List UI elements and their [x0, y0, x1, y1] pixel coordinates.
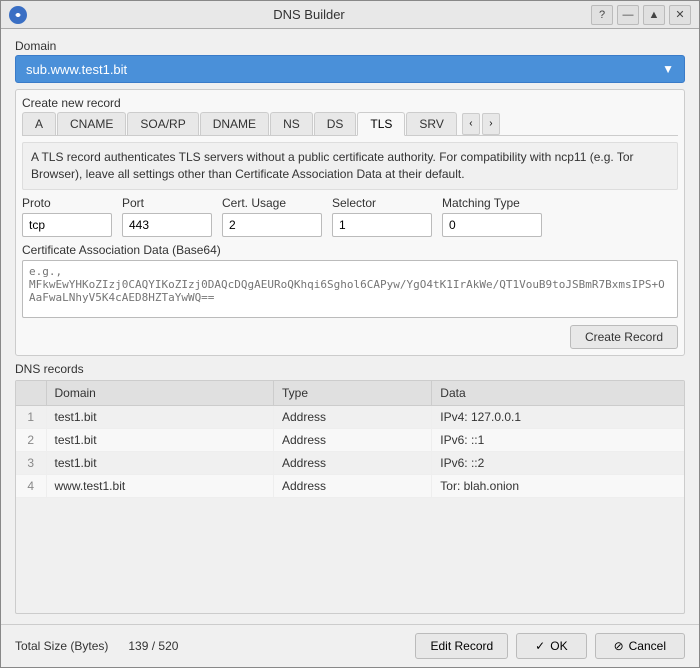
cancel-label: Cancel: [629, 639, 666, 653]
row-type: Address: [273, 428, 431, 451]
selector-group: Selector: [332, 196, 432, 237]
dns-table-wrapper[interactable]: Domain Type Data 1 test1.bit Address IPv…: [15, 380, 685, 614]
row-data: Tor: blah.onion: [432, 474, 684, 497]
matching-type-group: Matching Type: [442, 196, 542, 237]
tab-CNAME[interactable]: CNAME: [57, 112, 126, 135]
titlebar-left: [9, 6, 27, 24]
row-type: Address: [273, 474, 431, 497]
dns-table: Domain Type Data 1 test1.bit Address IPv…: [16, 381, 684, 498]
selector-label: Selector: [332, 196, 432, 210]
maximize-button[interactable]: ▲: [643, 5, 665, 25]
row-domain: test1.bit: [46, 451, 273, 474]
tab-prev-button[interactable]: ‹: [462, 113, 480, 135]
matching-type-input[interactable]: [442, 213, 542, 237]
chevron-down-icon: ▼: [662, 62, 674, 76]
ok-label: OK: [550, 639, 567, 653]
table-header-row: Domain Type Data: [16, 381, 684, 406]
row-num: 1: [16, 405, 46, 428]
form-fields-row: Proto Port Cert. Usage Selector Matching…: [22, 196, 678, 237]
row-type: Address: [273, 451, 431, 474]
tab-A[interactable]: A: [22, 112, 56, 135]
cert-data-textarea[interactable]: [22, 260, 678, 318]
domain-dropdown[interactable]: sub.www.test1.bit ▼: [15, 55, 685, 83]
cancel-button[interactable]: ⊘ Cancel: [595, 633, 685, 659]
port-label: Port: [122, 196, 212, 210]
dns-records-section: DNS records Domain Type Data 1 test1.bit: [15, 362, 685, 614]
dns-records-label: DNS records: [15, 362, 685, 376]
tab-next-button[interactable]: ›: [482, 113, 500, 135]
col-domain: Domain: [46, 381, 273, 406]
create-record-label: Create new record: [22, 96, 678, 110]
row-data: IPv6: ::1: [432, 428, 684, 451]
row-type: Address: [273, 405, 431, 428]
tab-nav: ‹ ›: [462, 112, 500, 135]
row-num: 4: [16, 474, 46, 497]
help-button[interactable]: ?: [591, 5, 613, 25]
table-row[interactable]: 3 test1.bit Address IPv6: ::2: [16, 451, 684, 474]
col-num: [16, 381, 46, 406]
create-record-button[interactable]: Create Record: [570, 325, 678, 349]
cert-usage-input[interactable]: [222, 213, 322, 237]
minimize-button[interactable]: —: [617, 5, 639, 25]
tab-SOA-RP[interactable]: SOA/RP: [127, 112, 198, 135]
selector-input[interactable]: [332, 213, 432, 237]
domain-label: Domain: [15, 39, 685, 53]
create-record-section: Create new record A CNAME SOA/RP DNAME N…: [15, 89, 685, 356]
titlebar: DNS Builder ? — ▲ ✕: [1, 1, 699, 29]
size-value: 139 / 520: [128, 639, 178, 653]
port-group: Port: [122, 196, 212, 237]
window-title: DNS Builder: [273, 7, 345, 22]
row-data: IPv6: ::2: [432, 451, 684, 474]
row-domain: test1.bit: [46, 405, 273, 428]
col-data: Data: [432, 381, 684, 406]
app-icon: [9, 6, 27, 24]
titlebar-controls: ? — ▲ ✕: [591, 5, 691, 25]
matching-type-label: Matching Type: [442, 196, 542, 210]
ok-icon: ✓: [535, 639, 545, 653]
proto-label: Proto: [22, 196, 112, 210]
tab-SRV[interactable]: SRV: [406, 112, 456, 135]
size-label: Total Size (Bytes): [15, 639, 108, 653]
row-data: IPv4: 127.0.0.1: [432, 405, 684, 428]
main-window: DNS Builder ? — ▲ ✕ Domain sub.www.test1…: [0, 0, 700, 668]
row-domain: test1.bit: [46, 428, 273, 451]
table-row[interactable]: 1 test1.bit Address IPv4: 127.0.0.1: [16, 405, 684, 428]
ok-button[interactable]: ✓ OK: [516, 633, 586, 659]
edit-record-button[interactable]: Edit Record: [415, 633, 508, 659]
tab-DS[interactable]: DS: [314, 112, 357, 135]
col-type: Type: [273, 381, 431, 406]
tls-description: A TLS record authenticates TLS servers w…: [22, 142, 678, 190]
cancel-icon: ⊘: [614, 639, 624, 653]
tabs-row: A CNAME SOA/RP DNAME NS DS TLS SRV ‹ ›: [22, 112, 678, 136]
proto-group: Proto: [22, 196, 112, 237]
port-input[interactable]: [122, 213, 212, 237]
footer-actions: Edit Record ✓ OK ⊘ Cancel: [415, 633, 685, 659]
domain-section: Domain sub.www.test1.bit ▼: [15, 39, 685, 83]
table-row[interactable]: 4 www.test1.bit Address Tor: blah.onion: [16, 474, 684, 497]
tab-NS[interactable]: NS: [270, 112, 313, 135]
close-button[interactable]: ✕: [669, 5, 691, 25]
cert-usage-label: Cert. Usage: [222, 196, 322, 210]
domain-value: sub.www.test1.bit: [26, 62, 127, 77]
create-btn-row: Create Record: [22, 325, 678, 349]
row-domain: www.test1.bit: [46, 474, 273, 497]
footer: Total Size (Bytes) 139 / 520 Edit Record…: [1, 624, 699, 667]
titlebar-center: DNS Builder: [27, 7, 591, 22]
cert-data-section: Certificate Association Data (Base64): [22, 243, 678, 321]
tab-TLS[interactable]: TLS: [357, 112, 405, 136]
cert-usage-group: Cert. Usage: [222, 196, 322, 237]
cert-data-label: Certificate Association Data (Base64): [22, 243, 678, 257]
table-row[interactable]: 2 test1.bit Address IPv6: ::1: [16, 428, 684, 451]
footer-size: Total Size (Bytes) 139 / 520: [15, 639, 178, 653]
content-area: Domain sub.www.test1.bit ▼ Create new re…: [1, 29, 699, 624]
row-num: 2: [16, 428, 46, 451]
tab-DNAME[interactable]: DNAME: [200, 112, 269, 135]
proto-input[interactable]: [22, 213, 112, 237]
row-num: 3: [16, 451, 46, 474]
